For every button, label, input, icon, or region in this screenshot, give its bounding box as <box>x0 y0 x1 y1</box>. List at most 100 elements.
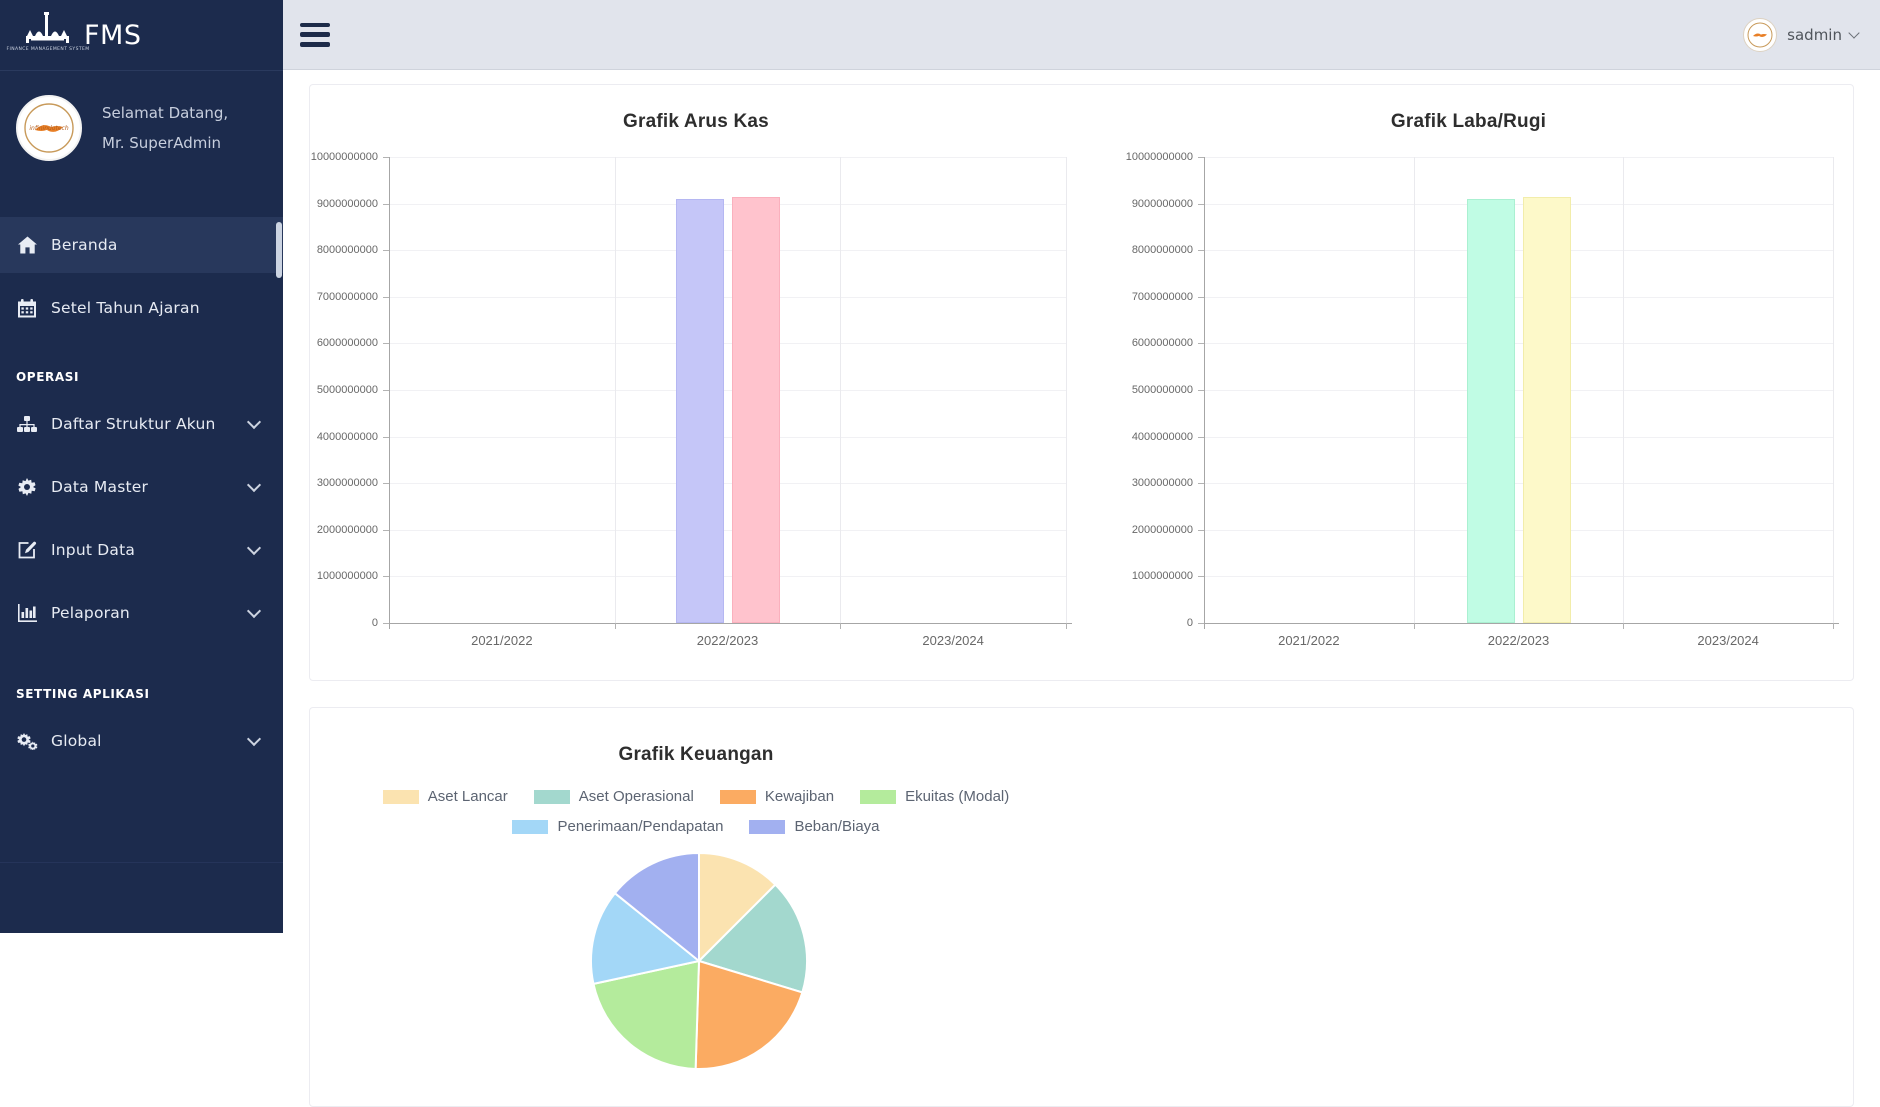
v-gridline <box>840 157 841 623</box>
gear-icon <box>16 477 38 497</box>
x-tickmark <box>840 623 841 629</box>
sidebar-item-label: Beranda <box>51 236 118 254</box>
sidebar-item-label: Global <box>51 732 102 750</box>
sitemap-icon <box>16 414 38 434</box>
x-axis-line <box>389 623 1072 624</box>
sidebar-item-setel-tahun-ajaran[interactable]: Setel Tahun Ajaran <box>0 280 283 336</box>
main-content: Grafik Arus Kas 0 1000000000 2000000000 3000… <box>283 70 1880 933</box>
legend-label: Ekuitas (Modal) <box>905 788 1009 805</box>
y-tick-label: 4000000000 <box>1125 430 1193 444</box>
h-gridline <box>389 390 1066 391</box>
legend-row: Aset Lancar Aset Operasional Kewajiban Ekui… <box>310 788 1082 805</box>
sidebar-item-global[interactable]: Global <box>0 713 283 769</box>
chevron-down-icon <box>1848 27 1859 38</box>
bar-bar-1-2022-2023[interactable] <box>676 199 724 623</box>
y-tick-label: 2000000000 <box>310 523 378 537</box>
h-gridline <box>389 576 1066 577</box>
user-dropdown[interactable]: sadmin <box>1743 18 1858 52</box>
legend-swatch <box>383 790 419 804</box>
sidebar-item-data-master[interactable]: Data Master <box>0 459 283 515</box>
v-gridline <box>1414 157 1415 623</box>
bar-bar-2-2022-2023[interactable] <box>1523 197 1571 623</box>
chevron-down-icon <box>247 604 261 618</box>
sidebar-item-label: Data Master <box>51 478 148 496</box>
x-tick-label: 2023/2024 <box>1623 633 1833 649</box>
legend-label: Beban/Biaya <box>794 818 879 835</box>
h-gridline <box>1204 204 1833 205</box>
y-tick-label: 7000000000 <box>1125 290 1193 304</box>
welcome-text-line1: Selamat Datang, <box>102 98 228 128</box>
y-tick-label: 8000000000 <box>310 243 378 257</box>
legend-label: Aset Operasional <box>579 788 694 805</box>
calendar-icon <box>16 298 38 318</box>
h-gridline <box>1204 297 1833 298</box>
x-tick-label: 2023/2024 <box>840 633 1066 649</box>
charts-card-top: Grafik Arus Kas 0 1000000000 2000000000 3000… <box>309 84 1854 681</box>
sidebar-item-daftar-struktur-akun[interactable]: Daftar Struktur Akun <box>0 396 283 452</box>
chart-laba-rugi: Grafik Laba/Rugi010000000002000000000300… <box>1082 85 1855 682</box>
y-tick-label: 7000000000 <box>310 290 378 304</box>
y-tick-label: 3000000000 <box>310 476 378 490</box>
y-tick-label: 9000000000 <box>1125 197 1193 211</box>
chart-title: Grafik Laba/Rugi <box>1082 111 1855 133</box>
x-tick-label: 2022/2023 <box>615 633 841 649</box>
legend-item-aset-lancar[interactable]: Aset Lancar <box>383 788 508 805</box>
legend-row: Penerimaan/Pendapatan Beban/Biaya <box>310 818 1082 835</box>
hamburger-menu-icon[interactable] <box>300 23 330 47</box>
y-tick-label: 0 <box>1125 616 1193 630</box>
h-gridline <box>1204 250 1833 251</box>
chart-title: Grafik Arus Kas <box>310 111 1082 133</box>
chevron-down-icon <box>247 415 261 429</box>
sidebar-item-input-data[interactable]: Input Data <box>0 522 283 578</box>
top-header: sadmin <box>283 0 1880 70</box>
h-gridline <box>1204 437 1833 438</box>
y-tick-label: 5000000000 <box>310 383 378 397</box>
brand-subtitle: FINANCE MANAGEMENT SYSTEM <box>7 47 90 52</box>
legend-item-kewajiban[interactable]: Kewajiban <box>720 788 834 805</box>
y-tick-label: 1000000000 <box>1125 569 1193 583</box>
sidebar-logo[interactable]: FINANCE MANAGEMENT SYSTEM FMS <box>0 0 283 71</box>
legend-item-ekuitas-modal[interactable]: Ekuitas (Modal) <box>860 788 1009 805</box>
h-gridline <box>1204 530 1833 531</box>
chart-keuangan: Grafik Keuangan Aset Lancar Aset Operasion… <box>310 708 1082 1106</box>
edit-icon <box>16 540 38 560</box>
x-tick-label: 2021/2022 <box>389 633 615 649</box>
y-tick-label: 3000000000 <box>1125 476 1193 490</box>
x-axis-line <box>1204 623 1839 624</box>
h-gridline <box>1204 483 1833 484</box>
y-tick-label: 0 <box>310 616 378 630</box>
legend-swatch <box>860 790 896 804</box>
h-gridline <box>1204 390 1833 391</box>
sidebar-scrollbar-thumb[interactable] <box>276 222 282 278</box>
chart-title: Grafik Keuangan <box>310 744 1082 766</box>
legend-item-aset-operasional[interactable]: Aset Operasional <box>534 788 694 805</box>
user-avatar-small <box>1743 18 1777 52</box>
chart-bar-icon <box>16 603 38 623</box>
legend-label: Penerimaan/Pendapatan <box>557 818 723 835</box>
y-tick-label: 9000000000 <box>310 197 378 211</box>
svg-text:infinindotech: infinindotech <box>29 125 68 132</box>
mosque-logo-icon: FINANCE MANAGEMENT SYSTEM <box>22 12 74 58</box>
h-gridline <box>389 297 1066 298</box>
user-avatar: infinindotech <box>16 95 82 161</box>
y-tick-label: 8000000000 <box>1125 243 1193 257</box>
sidebar-item-label: Input Data <box>51 541 135 559</box>
sidebar-item-pelaporan[interactable]: Pelaporan <box>0 585 283 641</box>
gears-icon <box>16 731 38 751</box>
section-label-operasi: OPERASI <box>0 370 283 384</box>
h-gridline <box>1204 576 1833 577</box>
legend-item-penerimaan-pendapatan[interactable]: Penerimaan/Pendapatan <box>512 818 723 835</box>
x-tickmark <box>1833 623 1834 629</box>
legend-item-beban-biaya[interactable]: Beban/Biaya <box>749 818 879 835</box>
charts-card-bottom: Grafik Keuangan Aset Lancar Aset Operasion… <box>309 707 1854 1107</box>
sidebar-divider <box>0 862 283 863</box>
sidebar-item-label: Pelaporan <box>51 604 130 622</box>
welcome-text-line2: Mr. SuperAdmin <box>102 128 228 158</box>
sidebar-item-beranda[interactable]: Beranda <box>0 217 283 273</box>
y-tick-label: 6000000000 <box>310 336 378 350</box>
bar-bar-1-2022-2023[interactable] <box>1467 199 1515 623</box>
y-axis-line <box>1204 157 1205 629</box>
chevron-down-icon <box>247 541 261 555</box>
h-gridline <box>389 204 1066 205</box>
bar-bar-2-2022-2023[interactable] <box>732 197 780 623</box>
